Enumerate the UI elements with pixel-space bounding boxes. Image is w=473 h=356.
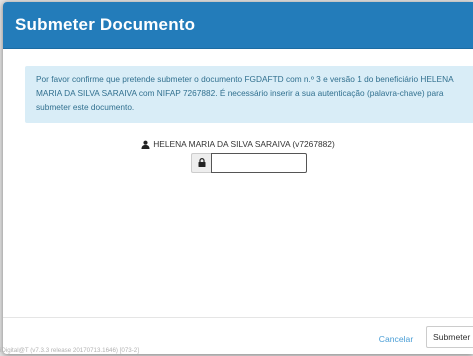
beneficiary-label: HELENA MARIA DA SILVA SARAIVA (v7267882) [153, 139, 335, 149]
submit-document-dialog: Submeter Documento Por favor confirme qu… [3, 2, 473, 354]
password-group [191, 153, 307, 173]
beneficiary-line: HELENA MARIA DA SILVA SARAIVA (v7267882) [3, 139, 473, 151]
submit-button[interactable]: Submeter [426, 326, 473, 348]
confirmation-message: Por favor confirme que pretende submeter… [36, 74, 454, 112]
version-info: iDigital@T (v7.3.3 release 20170713.1646… [0, 347, 139, 354]
password-input[interactable] [211, 153, 307, 173]
lock-icon [191, 153, 211, 173]
cancel-button[interactable]: Cancelar [376, 332, 416, 346]
info-alert: Por favor confirme que pretende submeter… [25, 66, 473, 123]
dialog-header: Submeter Documento [3, 2, 473, 49]
dialog-title: Submeter Documento [15, 15, 196, 34]
user-icon [141, 140, 150, 151]
